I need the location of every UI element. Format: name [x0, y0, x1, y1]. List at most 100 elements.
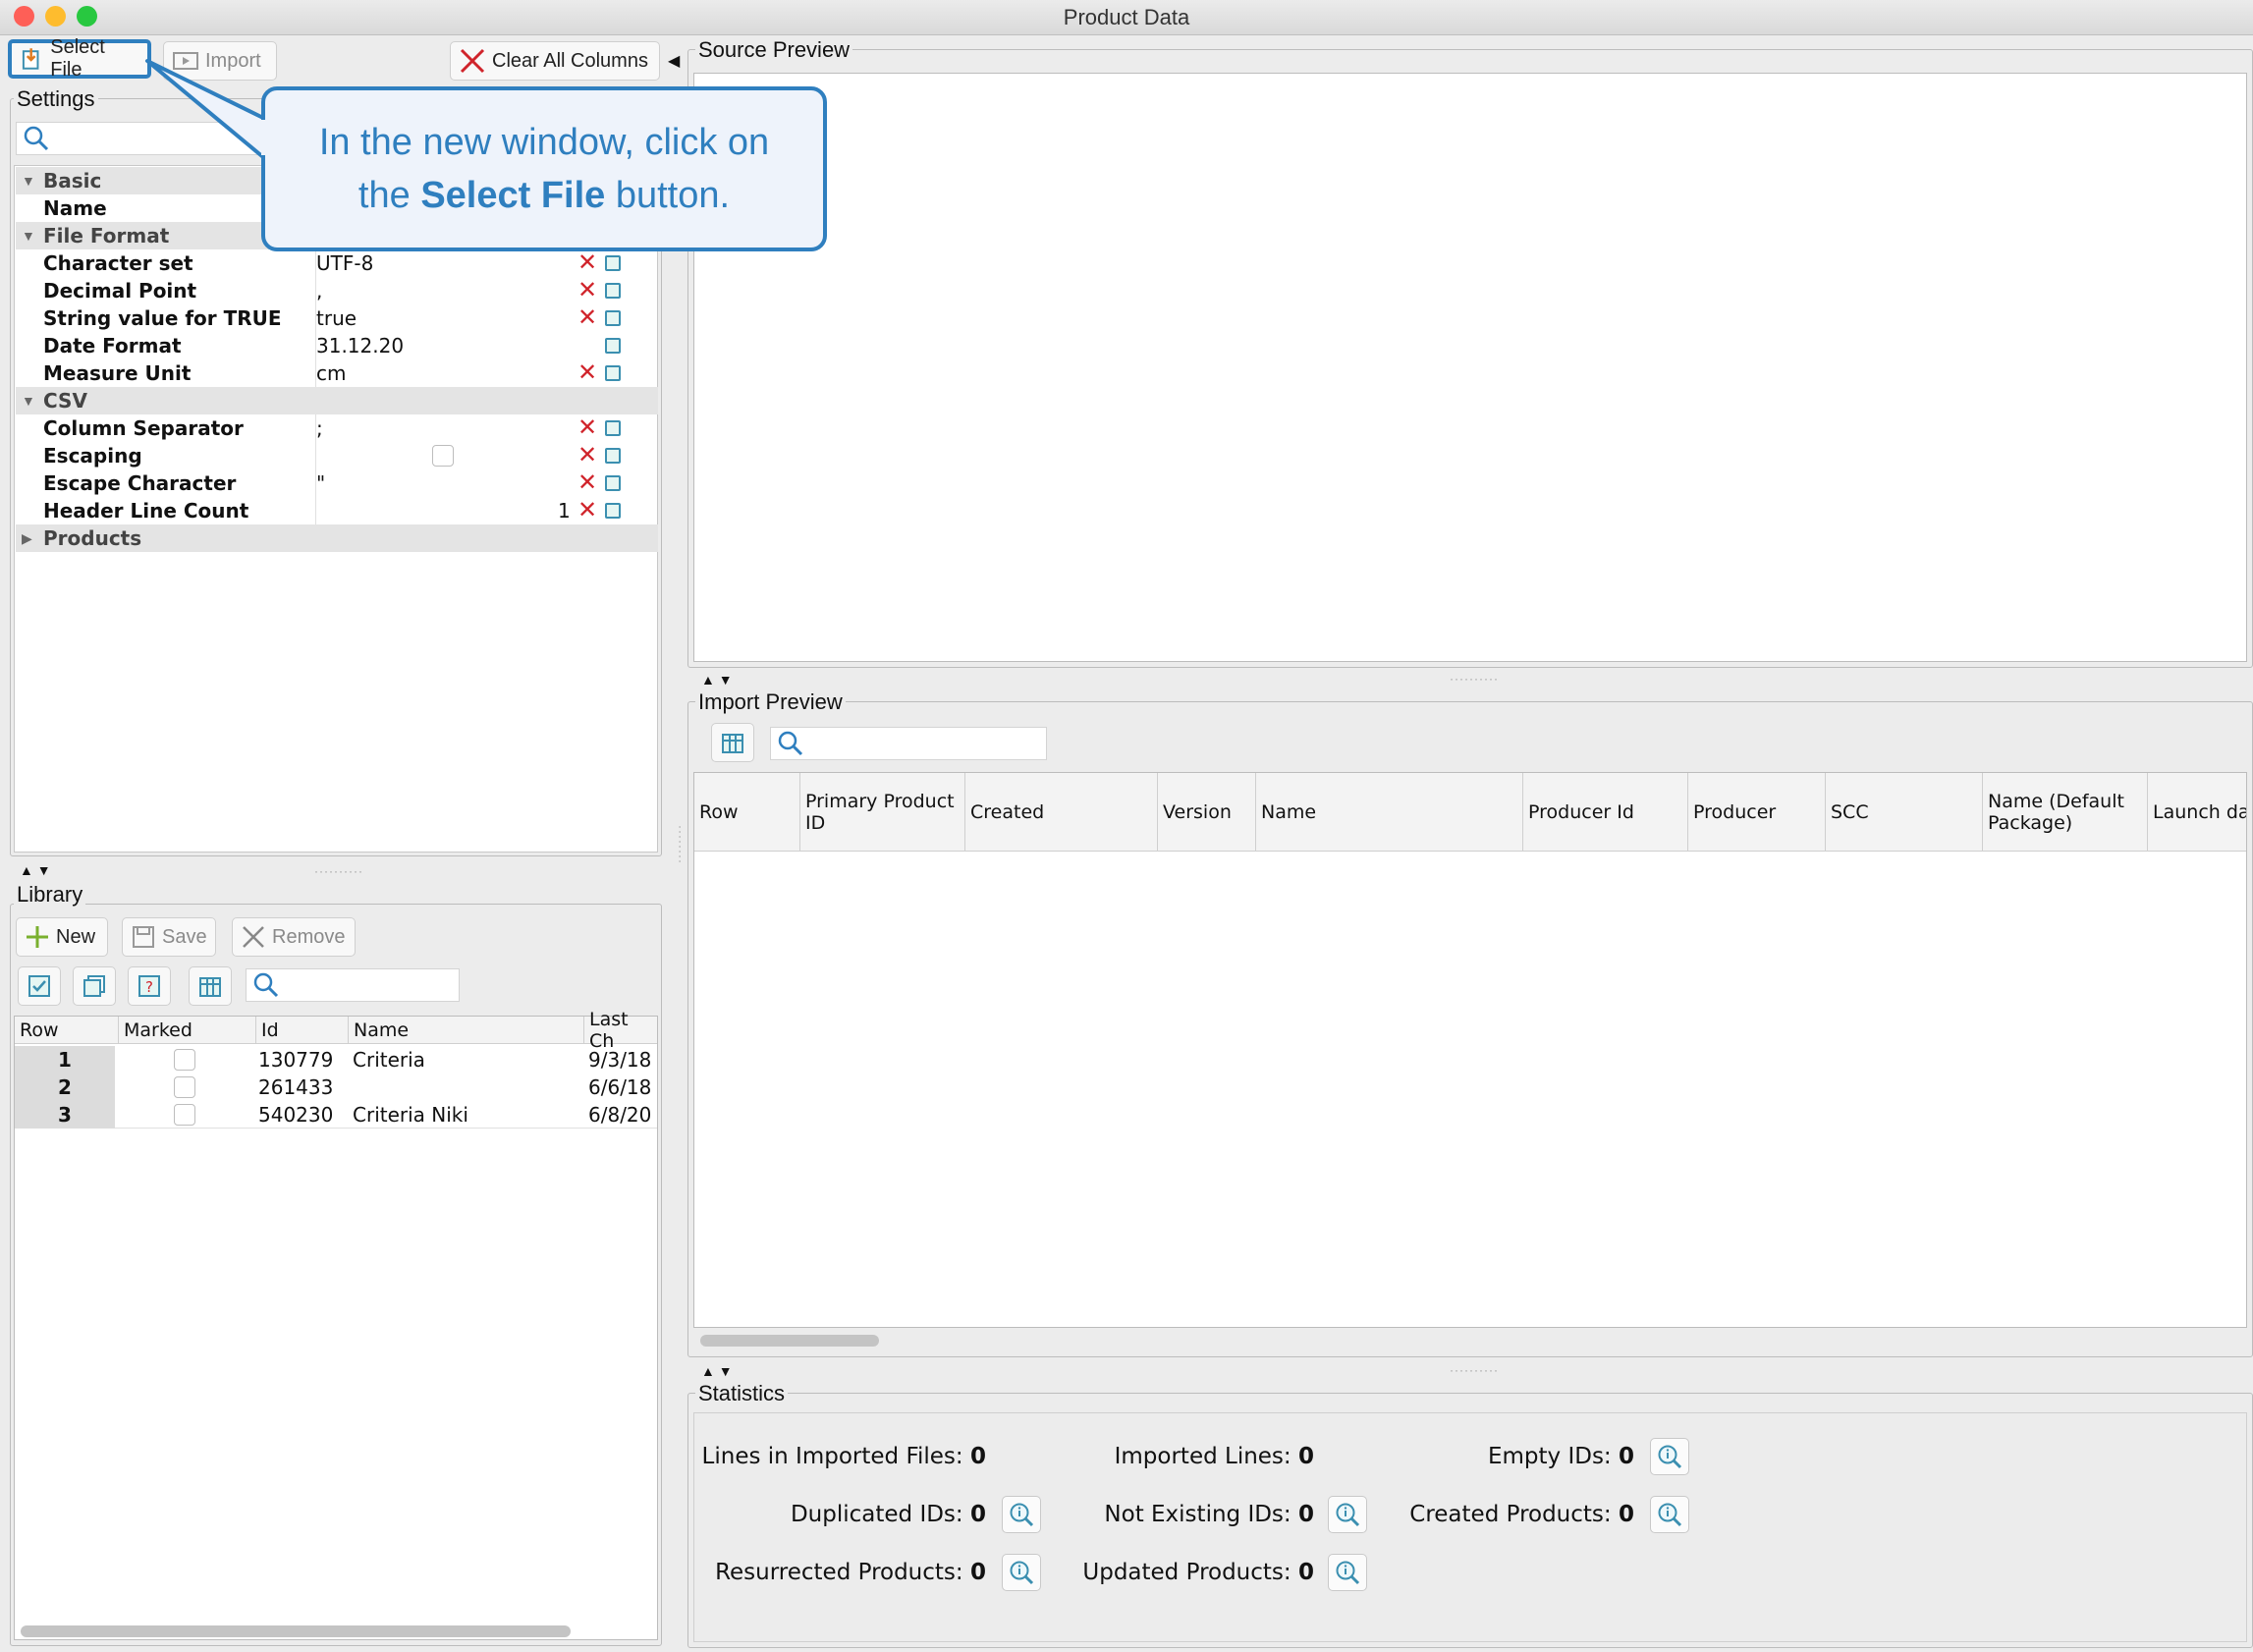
col-launch-date[interactable]: Launch da: [2148, 773, 2246, 851]
mark-all-button[interactable]: [18, 966, 61, 1006]
col-name[interactable]: Name: [349, 1017, 584, 1043]
setting-escaping[interactable]: Escaping ✕: [16, 442, 658, 469]
stat-updated-products: Updated Products: 0: [1082, 1560, 1314, 1585]
updated-products-details-button[interactable]: [1328, 1554, 1367, 1591]
col-producer[interactable]: Producer: [1688, 773, 1826, 851]
save-button[interactable]: Save: [122, 917, 216, 957]
col-scc[interactable]: SCC: [1826, 773, 1983, 851]
col-created[interactable]: Created: [965, 773, 1158, 851]
remove-button[interactable]: Remove: [232, 917, 356, 957]
table-row[interactable]: 1 130779 Criteria 9/3/18: [15, 1046, 657, 1074]
col-row[interactable]: Row: [15, 1017, 119, 1043]
string-true-value[interactable]: true: [316, 304, 357, 332]
col-created-label: Created: [970, 800, 1045, 823]
col-name-default-package[interactable]: Name (Default Package): [1983, 773, 2148, 851]
callout-text: In the new window, click on the Select F…: [318, 122, 770, 216]
header-line-count-value[interactable]: 1: [558, 497, 571, 524]
col-id[interactable]: Id: [256, 1017, 349, 1043]
col-marked[interactable]: Marked: [119, 1017, 256, 1043]
import-columns-button[interactable]: [711, 723, 754, 762]
row-last-changed: 6/8/20: [588, 1103, 652, 1127]
reset-icon[interactable]: ✕: [577, 359, 597, 387]
copy-icon[interactable]: [605, 420, 621, 436]
plus-icon: [27, 926, 48, 948]
search-icon: [253, 972, 279, 998]
invert-marks-button[interactable]: ?: [128, 966, 171, 1006]
split-arrows[interactable]: ▲ ▼: [20, 862, 51, 878]
reset-icon[interactable]: ✕: [577, 442, 597, 469]
setting-column-separator[interactable]: Column Separator ; ✕: [16, 414, 658, 442]
copy-icon[interactable]: [605, 338, 621, 354]
col-primary-label-1: Primary Product: [805, 790, 955, 812]
setting-string-true[interactable]: String value for TRUE true ✕: [16, 304, 658, 332]
floppy-icon: [133, 926, 154, 948]
copy-icon[interactable]: [605, 310, 621, 326]
row-last-changed: 9/3/18: [588, 1048, 652, 1072]
created-products-details-button[interactable]: [1650, 1496, 1689, 1533]
import-search-input[interactable]: [770, 727, 1047, 760]
magnifier-info-icon: [1336, 1503, 1360, 1527]
not-existing-ids-details-button[interactable]: [1328, 1496, 1367, 1533]
duplicated-ids-details-button[interactable]: [1002, 1496, 1041, 1533]
import-preview-table: Row Primary Product ID Created Version N…: [693, 772, 2247, 1347]
columns-button[interactable]: [189, 966, 232, 1006]
reset-icon[interactable]: ✕: [577, 414, 597, 442]
copy-icon[interactable]: [605, 365, 621, 381]
col-version-label: Version: [1163, 800, 1232, 823]
col-row[interactable]: Row: [694, 773, 800, 851]
split-arrows[interactable]: ▲ ▼: [701, 672, 733, 688]
magnifier-info-icon: [1658, 1503, 1682, 1527]
table-row[interactable]: 2 261433 6/6/18: [15, 1074, 657, 1101]
col-launch-label: Launch da: [2153, 800, 2246, 823]
resurrected-products-details-button[interactable]: [1002, 1554, 1041, 1591]
copy-icon[interactable]: [605, 448, 621, 464]
import-preview-scrollbar[interactable]: [700, 1335, 879, 1347]
splitter-handle[interactable]: ··········: [1450, 1363, 1499, 1377]
col-name[interactable]: Name: [1256, 773, 1523, 851]
setting-measure-unit[interactable]: Measure Unit cm ✕: [16, 359, 658, 387]
split-arrows[interactable]: ▲ ▼: [701, 1363, 733, 1379]
vertical-splitter-handle[interactable]: ········: [674, 825, 687, 864]
library-search-input[interactable]: [246, 968, 460, 1002]
reset-icon[interactable]: ✕: [577, 469, 597, 497]
setting-date-format[interactable]: Date Format 31.12.20: [16, 332, 658, 359]
new-label: New: [56, 925, 96, 948]
col-primary-product-id[interactable]: Primary Product ID: [800, 773, 965, 851]
splitter-handle[interactable]: ··········: [1450, 672, 1499, 686]
columns-icon: [722, 734, 743, 753]
category-products[interactable]: ▶ Products: [16, 524, 658, 552]
row-last-changed: 6/6/18: [588, 1075, 652, 1099]
escape-character-value[interactable]: ": [316, 469, 325, 497]
reset-icon[interactable]: ✕: [577, 304, 597, 332]
col-last-changed[interactable]: Last Ch: [584, 1009, 657, 1052]
stat-resurrected-products: Resurrected Products: 0: [715, 1560, 986, 1585]
col-version[interactable]: Version: [1158, 773, 1256, 851]
marked-checkbox[interactable]: [174, 1076, 195, 1098]
setting-escape-character[interactable]: Escape Character " ✕: [16, 469, 658, 497]
splitter-handle[interactable]: ··········: [314, 864, 363, 878]
library-scrollbar[interactable]: [21, 1625, 571, 1637]
marked-checkbox[interactable]: [174, 1104, 195, 1126]
date-format-value[interactable]: 31.12.20: [316, 332, 404, 359]
copy-icon[interactable]: [605, 475, 621, 491]
stat-duplicated-ids: Duplicated IDs: 0: [790, 1502, 986, 1527]
remove-label: Remove: [272, 925, 346, 948]
row-name: Criteria: [353, 1048, 425, 1072]
reset-icon[interactable]: ✕: [577, 497, 597, 524]
copy-icon[interactable]: [605, 503, 621, 519]
category-csv[interactable]: ▼ CSV: [16, 387, 658, 414]
row-id: 261433: [258, 1075, 334, 1099]
column-separator-value[interactable]: ;: [316, 414, 323, 442]
table-row[interactable]: 3 540230 Criteria Niki 6/8/20: [15, 1101, 657, 1129]
new-button[interactable]: New: [16, 917, 108, 957]
empty-ids-details-button[interactable]: [1650, 1438, 1689, 1475]
escaping-checkbox[interactable]: [432, 445, 454, 467]
magnifier-info-icon: [1010, 1503, 1034, 1527]
col-producer-id[interactable]: Producer Id: [1523, 773, 1688, 851]
setting-header-line-count[interactable]: Header Line Count 1 ✕: [16, 497, 658, 524]
marked-checkbox[interactable]: [174, 1049, 195, 1071]
source-preview-area: [693, 73, 2247, 662]
measure-unit-value[interactable]: cm: [316, 359, 346, 387]
magnifier-info-icon: [1010, 1561, 1034, 1585]
unmark-all-button[interactable]: [73, 966, 116, 1006]
